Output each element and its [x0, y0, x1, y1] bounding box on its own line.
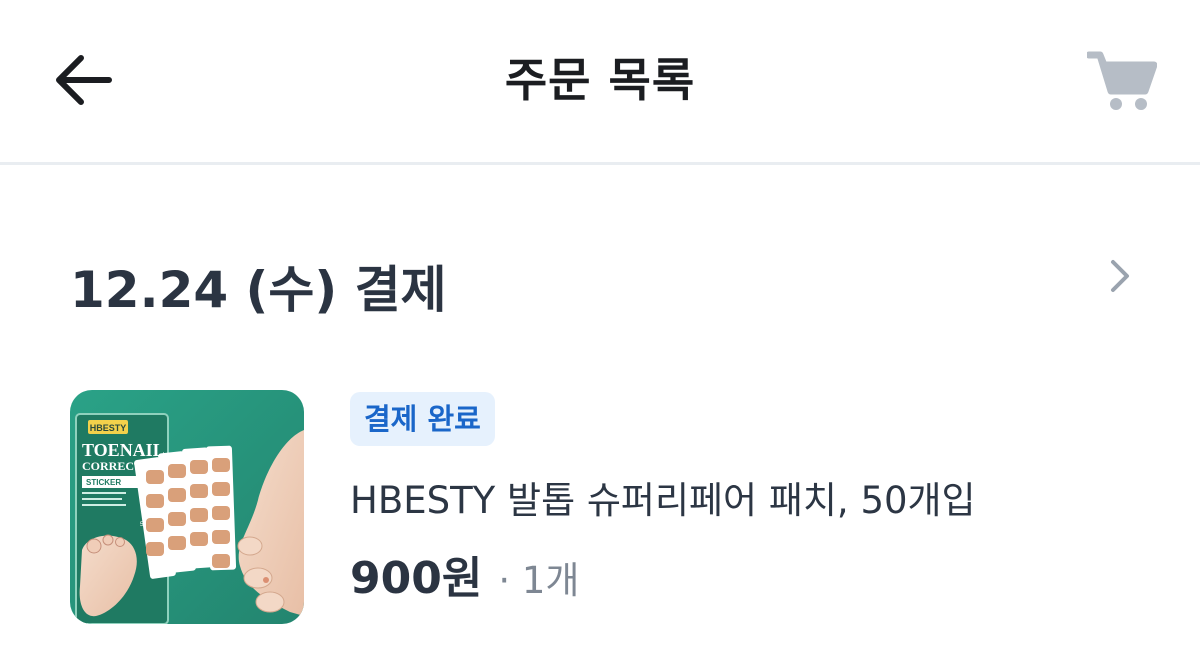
page-title: 주문 목록: [504, 53, 696, 107]
price-line: 900원 · 1개: [350, 542, 579, 606]
status-badge: 결제 완료: [350, 392, 495, 446]
image-sticker-text: STICKER: [86, 478, 121, 487]
cart-icon: [1087, 51, 1157, 110]
order-date-row[interactable]: 12.24 (수) 결제: [0, 232, 1200, 332]
chevron-right-icon: [1111, 260, 1129, 292]
back-button[interactable]: [46, 46, 118, 114]
cart-button[interactable]: [1082, 42, 1162, 118]
product-quantity: · 1개: [498, 559, 580, 602]
product-price: 900원: [350, 553, 483, 604]
app-header: 주문 목록: [0, 0, 1200, 165]
product-name: HBESTY 발톱 슈퍼리페어 패치, 50개입: [350, 479, 976, 522]
arrow-left-icon: [56, 55, 112, 105]
image-brand-text: HBESTY: [90, 423, 127, 433]
order-date-label: 12.24 (수) 결제: [70, 261, 447, 319]
product-image[interactable]: HBESTY TOENAIL CORRECTOR STICKER 50 Pcs: [70, 390, 304, 624]
order-item[interactable]: HBESTY TOENAIL CORRECTOR STICKER 50 Pcs: [0, 390, 1200, 630]
image-title-text: TOENAIL: [82, 440, 165, 460]
